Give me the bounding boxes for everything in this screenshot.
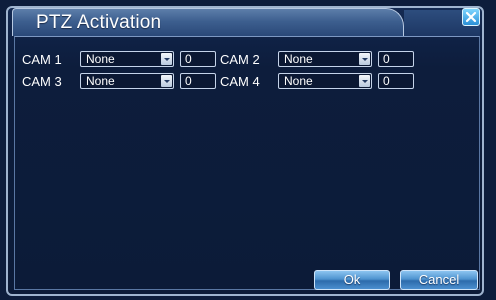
chevron-down-icon [161,75,172,87]
address-input-cam3[interactable]: 0 [180,73,216,89]
chevron-down-icon [359,75,370,87]
select-value: None [86,74,115,88]
camera-group-cam1: CAM 1 None 0 [22,51,220,67]
ptz-activation-dialog: PTZ Activation CAM 1 None 0 CAM 2 None 0… [0,0,496,300]
protocol-select-cam3[interactable]: None [80,73,174,89]
camera-group-cam2: CAM 2 None 0 [220,51,418,67]
dialog-title: PTZ Activation [36,12,162,33]
ok-button[interactable]: Ok [314,270,390,290]
cancel-button[interactable]: Cancel [400,270,478,290]
camera-label: CAM 1 [22,51,62,67]
close-button[interactable] [462,8,480,26]
camera-label: CAM 4 [220,73,260,89]
select-value: None [86,52,115,66]
camera-row-1: CAM 1 None 0 CAM 2 None 0 [22,50,418,68]
camera-label: CAM 2 [220,51,260,67]
protocol-select-cam2[interactable]: None [278,51,372,67]
select-value: None [284,52,313,66]
select-value: None [284,74,313,88]
camera-group-cam3: CAM 3 None 0 [22,73,220,89]
address-input-cam4[interactable]: 0 [378,73,414,89]
chevron-down-icon [359,53,370,65]
close-icon [465,11,477,23]
camera-group-cam4: CAM 4 None 0 [220,73,418,89]
chevron-down-icon [161,53,172,65]
protocol-select-cam4[interactable]: None [278,73,372,89]
address-input-cam2[interactable]: 0 [378,51,414,67]
camera-row-2: CAM 3 None 0 CAM 4 None 0 [22,72,418,90]
camera-label: CAM 3 [22,73,62,89]
address-input-cam1[interactable]: 0 [180,51,216,67]
protocol-select-cam1[interactable]: None [80,51,174,67]
